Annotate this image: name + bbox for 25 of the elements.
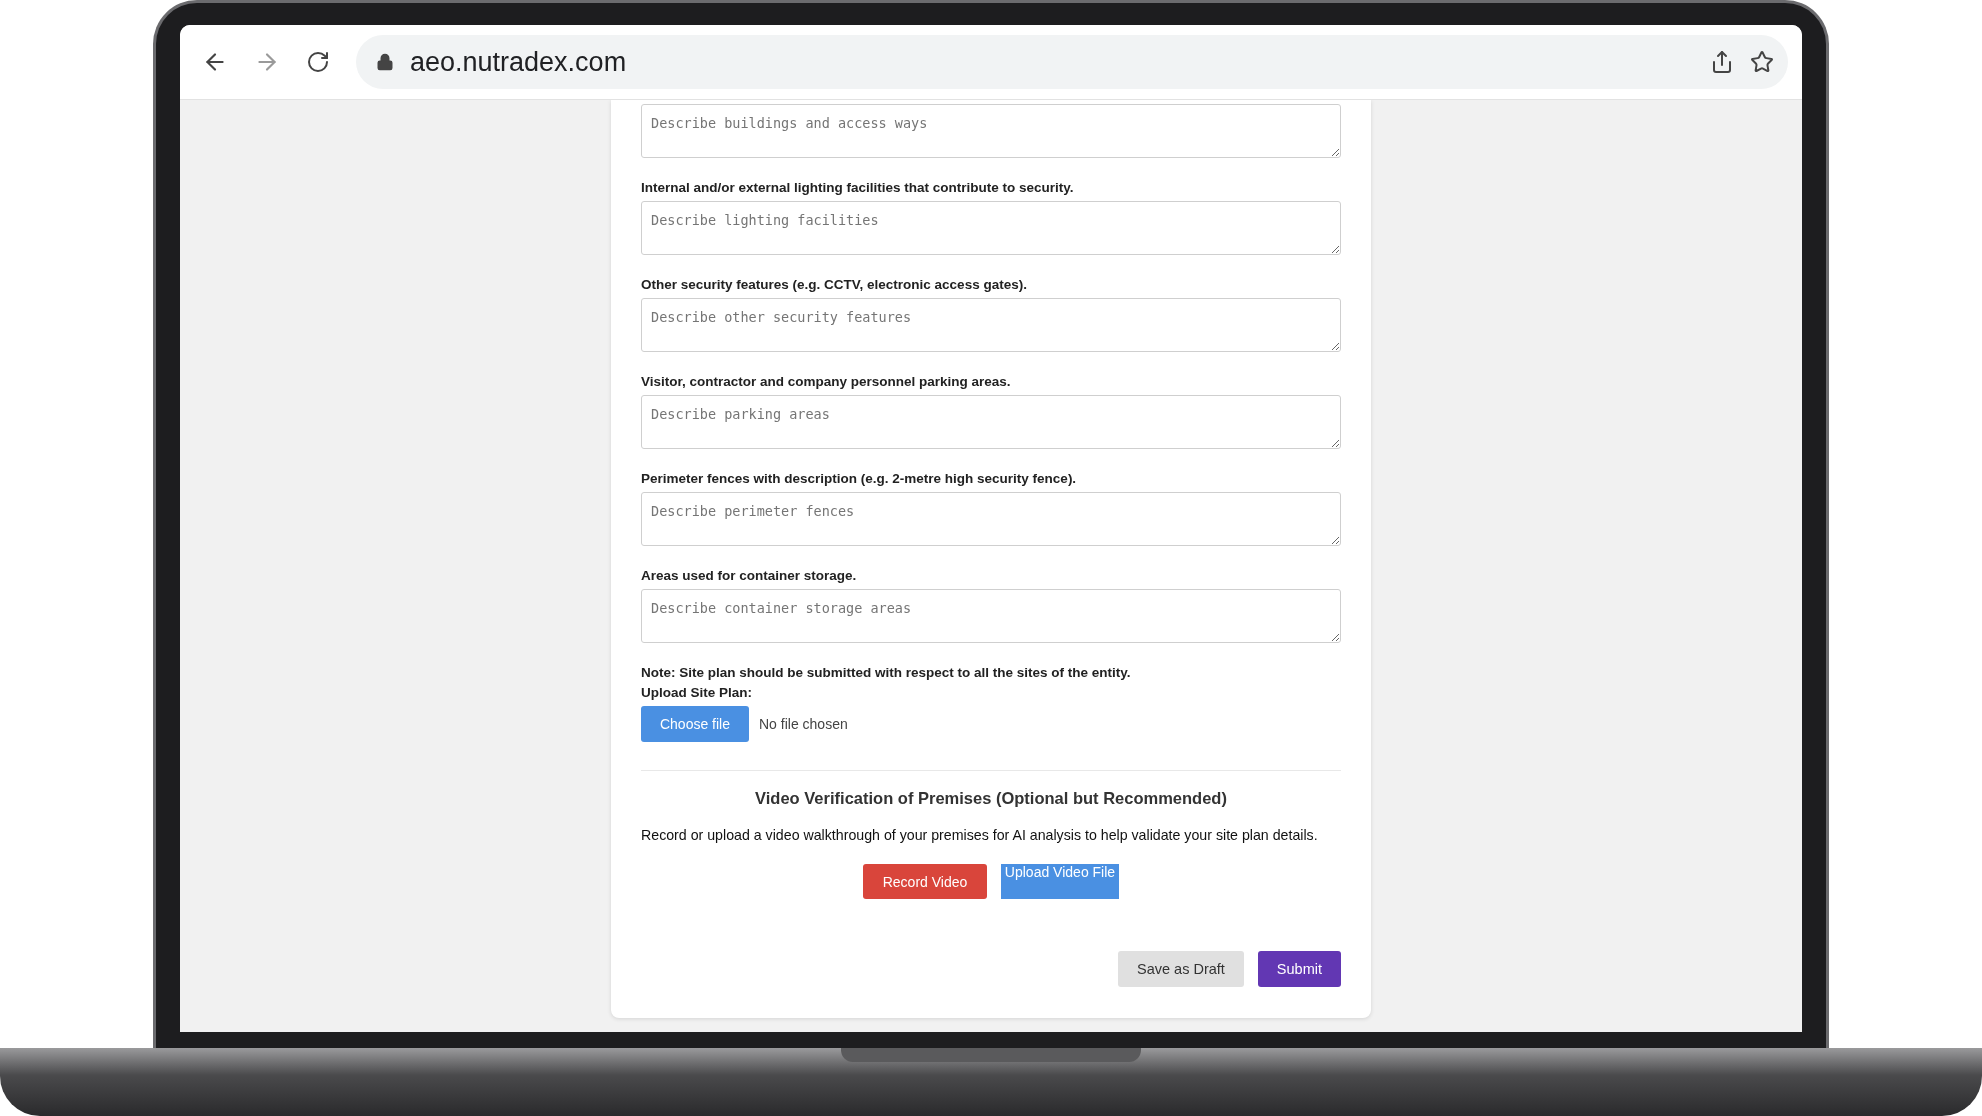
textarea-field[interactable]: Describe other security features [641, 298, 1341, 352]
reload-icon[interactable] [306, 50, 330, 74]
field-label: Areas used for container storage. [641, 568, 858, 583]
textarea-field[interactable]: Describe perimeter fences [641, 492, 1341, 546]
field-label: Internal and/or external lighting facilities that contribute to security. [641, 180, 1075, 195]
share-icon[interactable] [1710, 50, 1734, 74]
submit-button[interactable]: Submit [1257, 951, 1341, 987]
textarea-field[interactable]: Describe lighting facilities [641, 201, 1341, 255]
upload-label: Upload Site Plan: [641, 685, 753, 700]
section-description: Record or upload a video walkthrough of your premises for AI analysis to help validate your site plan details. [641, 826, 1319, 844]
url-text: aeo.nutradex.com [410, 46, 628, 78]
textarea-field[interactable]: Describe parking areas [641, 395, 1341, 449]
field-label: Visitor, contractor and company personnel parking areas. [641, 374, 1012, 389]
address-bar[interactable]: aeo.nutradex.com [356, 35, 1788, 89]
field-label: Other security features (e.g. CCTV, electronic access gates). [641, 277, 1028, 292]
section-heading: Video Verification of Premises (Optional but Recommended) [754, 789, 1228, 808]
bookmark-star-icon[interactable] [1750, 50, 1774, 74]
file-status-text: No file chosen [759, 716, 848, 732]
textarea-field[interactable]: Describe container storage areas [641, 589, 1341, 643]
textarea-field[interactable]: Describe buildings and access ways [641, 104, 1341, 158]
record-video-button[interactable]: Record Video [863, 864, 987, 899]
save-draft-button[interactable]: Save as Draft [1118, 951, 1244, 987]
lock-icon [376, 53, 394, 71]
note-text: Note: Site plan should be submitted with respect to all the sites of the entity. [641, 665, 1132, 680]
field-label: Perimeter fences with description (e.g. 2-metre high security fence). [641, 471, 1078, 486]
